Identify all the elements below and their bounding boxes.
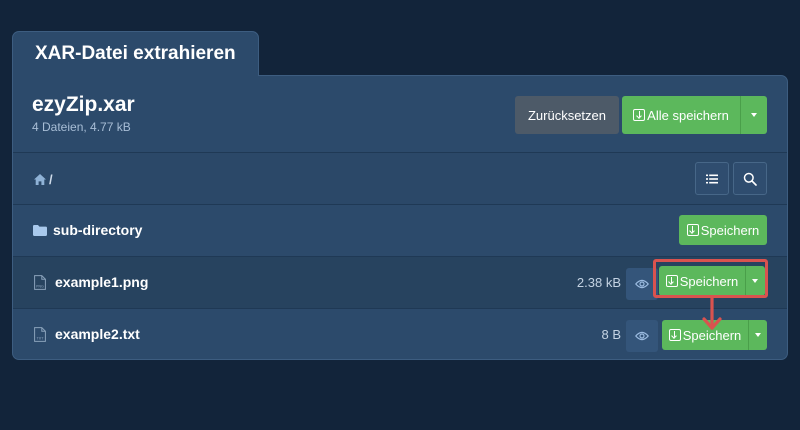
list-view-button[interactable] [695, 162, 729, 195]
save-button[interactable]: Speichern [662, 320, 767, 350]
save-dropdown-toggle[interactable] [749, 320, 767, 350]
save-button-label: Speichern [682, 327, 742, 343]
save-button-label: Speichern [700, 222, 760, 238]
tab-extract-xar[interactable]: XAR-Datei extrahieren [12, 31, 259, 76]
search-button[interactable] [733, 162, 767, 195]
reset-button-label: Zurücksetzen [527, 107, 607, 123]
save-dropdown-toggle[interactable] [746, 266, 765, 296]
tab-title: XAR-Datei extrahieren [35, 43, 236, 64]
file-txt-icon: TXT [34, 327, 46, 342]
item-name[interactable]: example1.png [55, 274, 148, 290]
breadcrumb-separator: / [49, 172, 53, 187]
archive-meta: 4 Dateien, 4.77 kB [32, 120, 131, 134]
list-item-folder[interactable]: sub-directory Speichern [13, 205, 787, 257]
download-icon [665, 275, 678, 287]
list-item-file[interactable]: TXT example2.txt 8 B Speichern [13, 309, 787, 359]
archive-name: ezyZip.xar [32, 93, 135, 116]
home-icon[interactable] [34, 174, 46, 185]
file-png-icon: PNG [34, 275, 46, 290]
save-all-dropdown-toggle[interactable] [741, 96, 767, 134]
save-all-label: Alle speichern [647, 107, 729, 123]
item-size: 8 B [601, 327, 621, 342]
reset-button[interactable]: Zurücksetzen [515, 96, 619, 134]
extract-panel: ezyZip.xar 4 Dateien, 4.77 kB Zurücksetz… [12, 75, 788, 360]
item-name[interactable]: example2.txt [55, 326, 140, 342]
item-size: 2.38 kB [576, 275, 621, 290]
preview-button[interactable] [626, 268, 658, 300]
item-name[interactable]: sub-directory [53, 222, 142, 238]
save-main[interactable]: Speichern [659, 266, 745, 296]
file-type-text: PNG [36, 285, 44, 289]
chevron-down-icon [755, 333, 761, 337]
breadcrumb-toolbar: / [13, 153, 787, 205]
download-icon [686, 224, 699, 236]
list-view-icon [706, 174, 718, 183]
save-button-label: Speichern [679, 273, 739, 289]
save-button[interactable]: Speichern [659, 266, 765, 296]
search-icon [743, 172, 757, 186]
chevron-down-icon [751, 113, 757, 117]
save-all-main[interactable]: Alle speichern [622, 96, 740, 134]
eye-icon [635, 279, 649, 289]
download-icon [633, 109, 646, 121]
folder-icon [33, 225, 47, 236]
save-all-button[interactable]: Alle speichern [622, 96, 767, 134]
save-main[interactable]: Speichern [662, 320, 748, 350]
list-item-file[interactable]: PNG example1.png 2.38 kB Speichern [13, 257, 787, 309]
file-type-text: TXT [36, 337, 45, 341]
archive-header: ezyZip.xar 4 Dateien, 4.77 kB Zurücksetz… [13, 76, 787, 153]
preview-button[interactable] [626, 320, 658, 352]
save-button[interactable]: Speichern [679, 215, 767, 245]
tab-connector [13, 73, 258, 77]
chevron-down-icon [752, 279, 758, 283]
eye-icon [635, 331, 649, 341]
download-icon [668, 329, 681, 341]
